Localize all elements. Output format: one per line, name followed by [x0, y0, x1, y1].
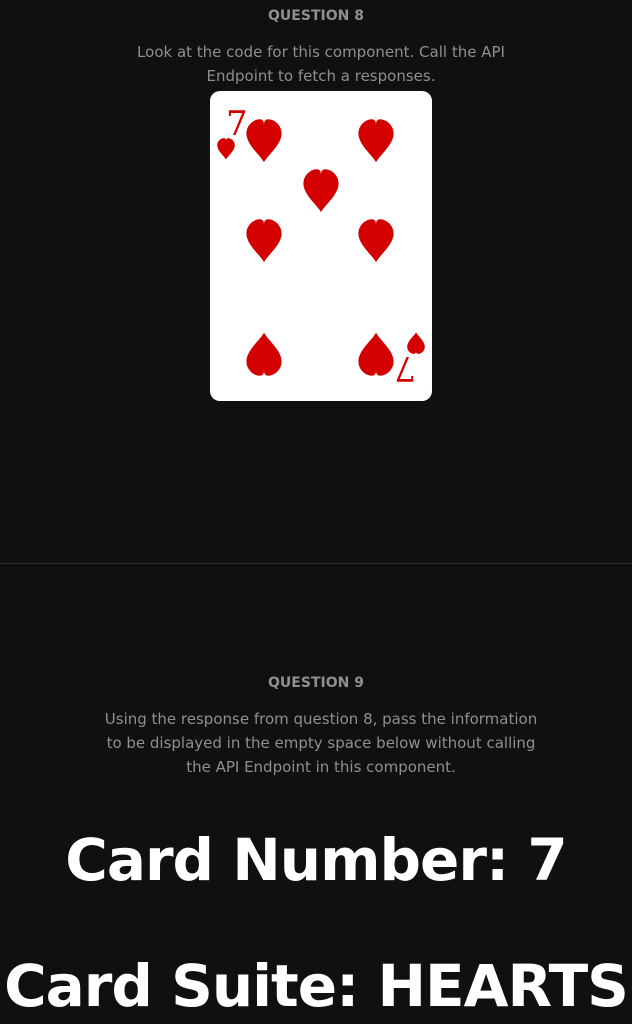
- card-number-display: Card Number: 7: [65, 826, 568, 894]
- pip-heart-icon: [246, 219, 282, 263]
- corner-heart-icon: [407, 332, 425, 354]
- section-divider: [0, 563, 632, 564]
- pip-heart-icon: [358, 332, 394, 376]
- question-9-description: Using the response from question 8, pass…: [104, 710, 538, 776]
- pip-heart-icon: [246, 119, 282, 163]
- pip-heart-icon: [358, 119, 394, 163]
- card-rank-bottom: 7: [394, 348, 416, 388]
- card-suite-display: Card Suite: HEARTS: [4, 952, 629, 1020]
- corner-heart-icon: [217, 138, 235, 160]
- pip-heart-icon: [246, 332, 282, 376]
- pip-heart-icon: [303, 169, 339, 213]
- playing-card-image: 7 7: [210, 91, 432, 401]
- question-8-heading: QUESTION 8: [268, 8, 364, 24]
- pip-heart-icon: [358, 219, 394, 263]
- question-8-description: Look at the code for this component. Cal…: [137, 43, 505, 85]
- question-9-heading: QUESTION 9: [268, 675, 364, 691]
- card-rank-top: 7: [226, 104, 248, 144]
